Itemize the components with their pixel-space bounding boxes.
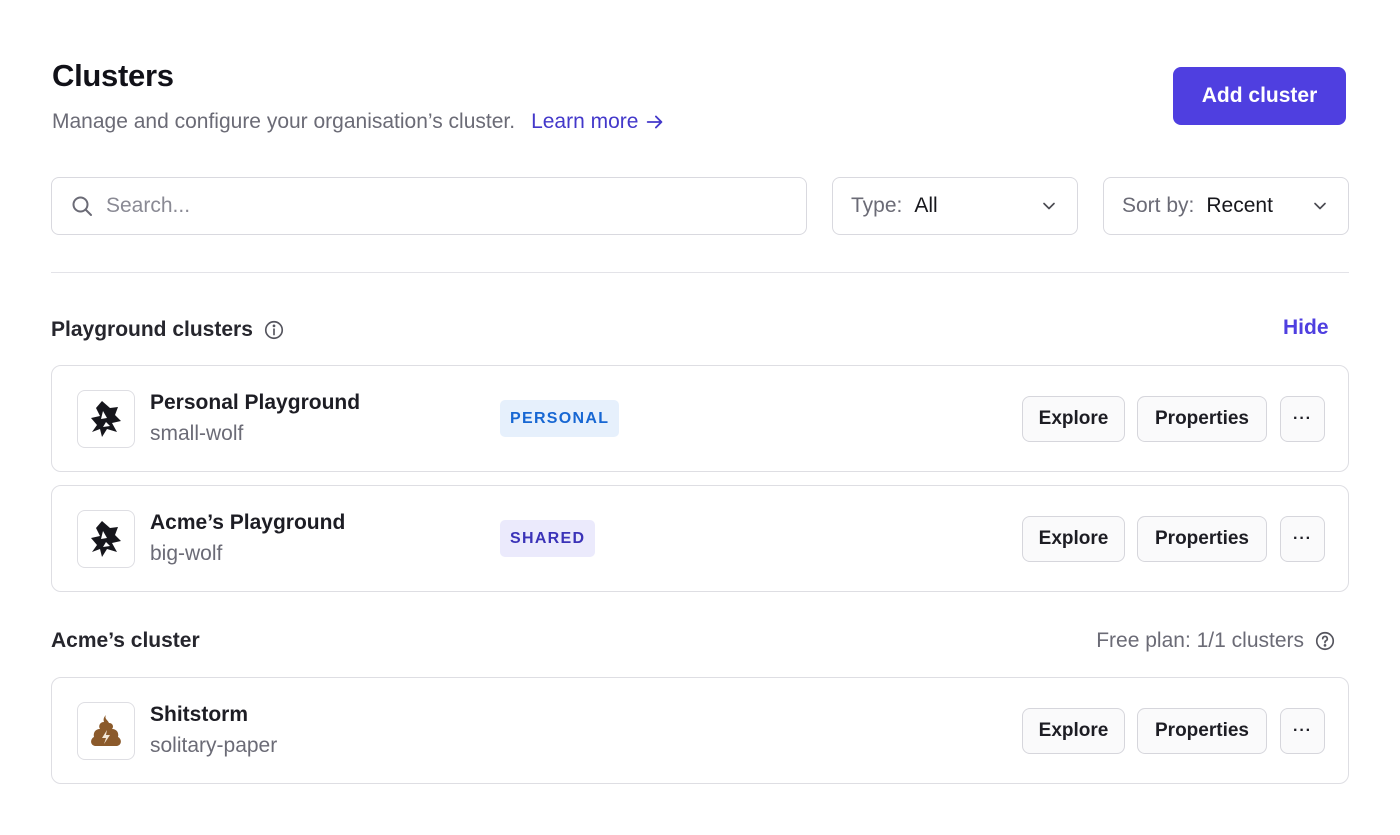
cluster-badge: SHARED — [500, 520, 596, 557]
add-cluster-button[interactable]: Add cluster — [1173, 67, 1346, 125]
wolf-icon — [91, 401, 121, 437]
org-section-title: Acme’s cluster — [51, 629, 200, 653]
more-options-button[interactable]: ··· — [1280, 516, 1325, 562]
plan-text: Free plan: 1/1 clusters — [1096, 629, 1304, 652]
properties-button[interactable]: Properties — [1137, 708, 1267, 754]
subtitle-text: Manage and configure your organisation’s… — [52, 110, 516, 133]
arrow-right-icon — [647, 115, 663, 129]
cluster-slug: solitary-paper — [150, 734, 278, 757]
cluster-card: Personal Playground small-wolf PERSONAL … — [51, 365, 1349, 472]
cluster-logo — [77, 702, 135, 760]
chevron-down-icon — [1314, 202, 1326, 210]
learn-more-link[interactable]: Learn more — [531, 110, 666, 134]
type-filter-value: All — [914, 194, 938, 217]
sort-label: Sort by: — [1122, 194, 1195, 217]
chevron-down-icon — [1043, 202, 1055, 210]
learn-more-label: Learn more — [531, 110, 639, 133]
cluster-card: Shitstorm solitary-paper Explore Propert… — [51, 677, 1349, 784]
properties-button[interactable]: Properties — [1137, 516, 1267, 562]
cluster-slug: small-wolf — [150, 422, 244, 445]
search-icon — [72, 196, 92, 216]
plan-info: Free plan: 1/1 clusters — [1096, 629, 1336, 653]
help-icon[interactable] — [1314, 630, 1336, 652]
page-title: Clusters — [52, 58, 174, 93]
wolf-icon — [91, 521, 121, 557]
cluster-badge: PERSONAL — [500, 400, 620, 437]
poop-icon — [91, 715, 121, 746]
sort-value: Recent — [1206, 194, 1273, 217]
cluster-name: Acme’s Playground — [150, 511, 346, 534]
hide-playground-link[interactable]: Hide — [1283, 316, 1329, 340]
cluster-name: Personal Playground — [150, 391, 361, 414]
explore-button[interactable]: Explore — [1022, 708, 1125, 754]
search-input[interactable] — [106, 194, 786, 218]
explore-button[interactable]: Explore — [1022, 396, 1125, 442]
cluster-logo — [77, 390, 135, 448]
cluster-name: Shitstorm — [150, 703, 249, 726]
cluster-card: Acme’s Playground big-wolf SHARED Explor… — [51, 485, 1349, 592]
cluster-logo — [77, 510, 135, 568]
divider — [51, 272, 1349, 273]
info-icon[interactable] — [263, 319, 285, 341]
explore-button[interactable]: Explore — [1022, 516, 1125, 562]
more-options-button[interactable]: ··· — [1280, 708, 1325, 754]
page-subtitle: Manage and configure your organisation’s… — [52, 110, 666, 134]
org-section-label: Acme’s cluster — [51, 629, 200, 652]
sort-select[interactable]: Sort by: Recent — [1103, 177, 1349, 235]
cluster-slug: big-wolf — [150, 542, 223, 565]
search-box[interactable] — [51, 177, 807, 235]
properties-button[interactable]: Properties — [1137, 396, 1267, 442]
playground-section-label: Playground clusters — [51, 318, 253, 341]
more-options-button[interactable]: ··· — [1280, 396, 1325, 442]
type-filter-select[interactable]: Type: All — [832, 177, 1078, 235]
playground-section-title: Playground clusters — [51, 318, 285, 342]
type-filter-label: Type: — [851, 194, 903, 217]
